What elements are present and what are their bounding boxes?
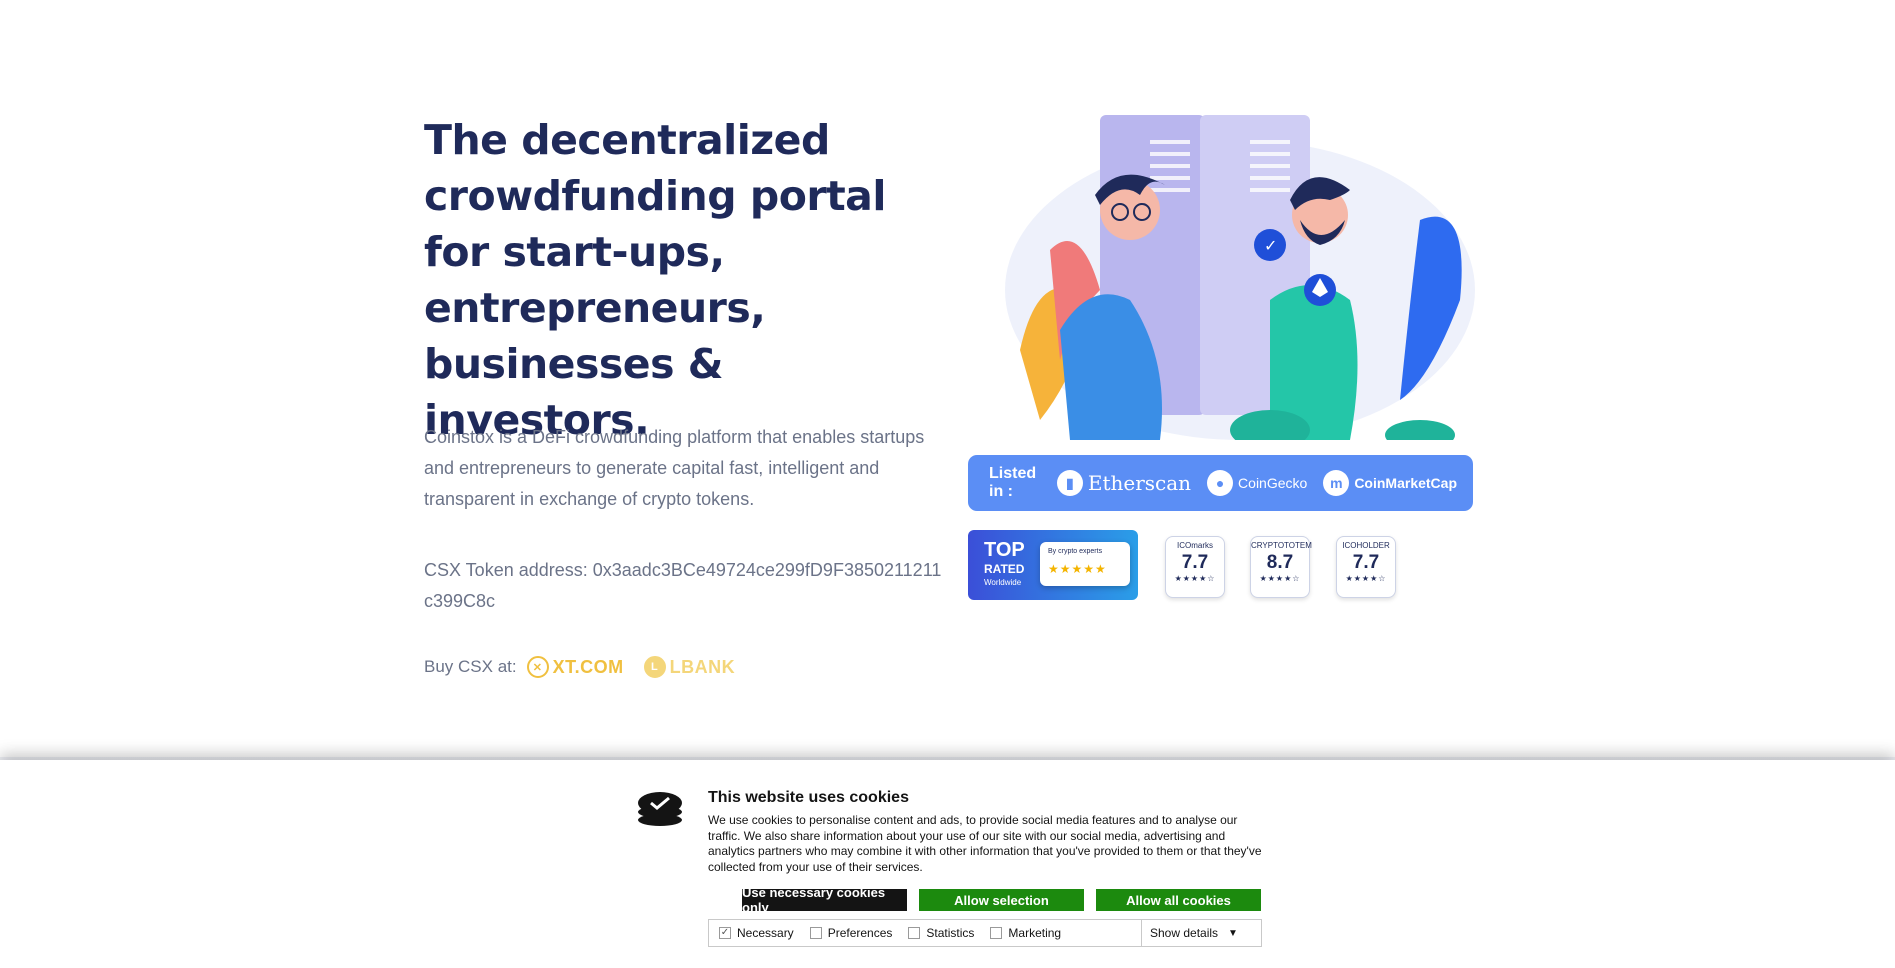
icomarks-score: 7.7	[1181, 552, 1209, 573]
icoholder-stars-icon: ★★★★☆	[1345, 574, 1387, 583]
icomarks-rating[interactable]: ICOmarks 7.7 ★★★★☆	[1165, 536, 1225, 598]
xt-logo-icon: ✕	[526, 656, 549, 678]
show-details-button[interactable]: Show details ▼	[1141, 920, 1261, 946]
top-rated-line1: TOP	[984, 539, 1025, 561]
hero-title: The decentralized crowdfunding portal fo…	[424, 116, 886, 444]
icomarks-stars-icon: ★★★★☆	[1174, 574, 1216, 583]
lbank-logo-icon: L	[643, 656, 666, 678]
marketing-checkbox[interactable]	[990, 927, 1003, 939]
statistics-label: Statistics	[926, 926, 975, 940]
listed-in-bar: Listed in : ▮ Etherscan ● CoinGecko m Co…	[968, 455, 1473, 511]
coinmarketcap-icon: m	[1323, 470, 1350, 496]
marketing-label: Marketing	[1008, 926, 1062, 940]
marketing-option[interactable]: Marketing	[990, 926, 1061, 940]
cookie-options-bar: ✓ Necessary Preferences Statistics Marke…	[708, 919, 1262, 947]
cryptototem-stars-icon: ★★★★☆	[1259, 574, 1301, 583]
hero-illustration: ✓	[1005, 115, 1475, 440]
hero-section: The decentralized crowdfunding portal fo…	[0, 0, 1895, 760]
coingecko-name: CoinGecko	[1238, 475, 1308, 491]
token-address: CSX Token address: 0x3aadc3BCe49724ce299…	[424, 560, 942, 611]
etherscan-icon: ▮	[1056, 470, 1083, 496]
use-necessary-cookies-button[interactable]: Use necessary cookies only	[742, 885, 907, 915]
cryptototem-rating[interactable]: CRYPTOTOTEM 8.7 ★★★★☆	[1250, 536, 1312, 598]
icoholder-name: ICOHOLDER	[1342, 541, 1390, 550]
cryptototem-score: 8.7	[1266, 552, 1294, 573]
necessary-option[interactable]: ✓ Necessary	[719, 926, 794, 940]
preferences-label: Preferences	[827, 926, 893, 940]
rating-badges: TOP RATED Worldwide By crypto experts ★★…	[968, 530, 1473, 602]
coinmarketcap-name: CoinMarketCap	[1354, 475, 1457, 491]
etherscan-link[interactable]: ▮ Etherscan	[1056, 470, 1192, 496]
preferences-checkbox[interactable]	[809, 927, 822, 939]
xt-exchange-name: XT.COM	[552, 656, 624, 677]
cookiebot-logo-icon	[638, 792, 682, 826]
necessary-label: Necessary	[737, 926, 794, 940]
statistics-checkbox[interactable]	[908, 927, 921, 939]
necessary-checkbox[interactable]: ✓	[719, 927, 731, 939]
top-rated-card-text: By crypto experts	[1048, 548, 1103, 555]
hero-description: Coinstox is a DeFi crowdfunding platform…	[424, 427, 925, 509]
allow-selection-button[interactable]: Allow selection	[919, 889, 1084, 911]
top-rated-badge[interactable]: TOP RATED Worldwide By crypto experts ★★…	[968, 530, 1138, 600]
etherscan-name: Etherscan	[1087, 471, 1192, 495]
icoholder-score: 7.7	[1352, 552, 1380, 573]
buy-csx-row: Buy CSX at: ✕ XT.COM L LBANK	[424, 656, 735, 678]
lbank-exchange-name: LBANK	[669, 656, 736, 677]
top-rated-stars-icon: ★★★★★	[1048, 562, 1107, 576]
preferences-option[interactable]: Preferences	[809, 926, 893, 940]
svg-text:✓: ✓	[1264, 236, 1277, 255]
coinmarketcap-link[interactable]: m CoinMarketCap	[1323, 470, 1457, 496]
statistics-option[interactable]: Statistics	[908, 926, 974, 940]
coingecko-link[interactable]: ● CoinGecko	[1207, 470, 1307, 496]
icomarks-name: ICOmarks	[1177, 541, 1213, 550]
xt-exchange-link[interactable]: ✕ XT.COM	[526, 656, 624, 678]
listed-in-label: Listed in :	[989, 465, 1037, 500]
top-rated-card: By crypto experts ★★★★★	[1040, 542, 1130, 586]
icoholder-rating[interactable]: ICOHOLDER 7.7 ★★★★☆	[1336, 536, 1396, 598]
buy-label: Buy CSX at:	[424, 657, 517, 676]
coingecko-icon: ●	[1207, 470, 1234, 496]
allow-all-cookies-button[interactable]: Allow all cookies	[1096, 889, 1261, 911]
chevron-down-icon: ▼	[1228, 927, 1238, 939]
lbank-exchange-link[interactable]: L LBANK	[643, 656, 736, 678]
top-rated-line2: RATED	[984, 562, 1025, 576]
cryptototem-name: CRYPTOTOTEM	[1251, 541, 1312, 550]
cookie-title: This website uses cookies	[708, 789, 909, 806]
top-rated-line3: Worldwide	[984, 578, 1022, 587]
show-details-label: Show details	[1150, 926, 1219, 940]
cookie-text: We use cookies to personalise content an…	[708, 813, 1262, 874]
